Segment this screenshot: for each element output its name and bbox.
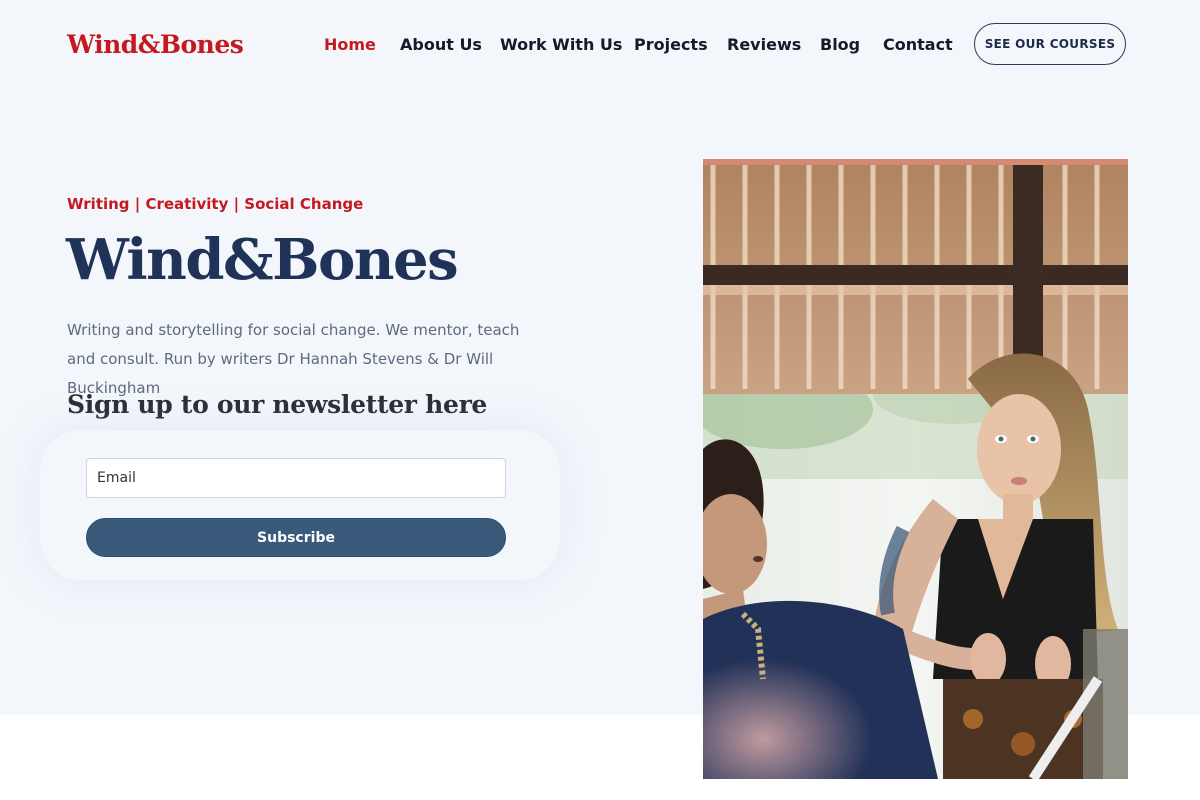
nav-item-blog[interactable]: Blog [820,33,860,57]
subscribe-button[interactable]: Subscribe [86,518,506,557]
see-our-courses-button[interactable]: SEE OUR COURSES [974,23,1126,65]
nav-item-work-with-us[interactable]: Work With Us [500,33,622,57]
email-input[interactable] [86,458,506,498]
site-logo[interactable]: Wind&Bones [67,28,244,62]
workshop-photo [703,159,1128,779]
hero-title: Wind&Bones [66,227,459,293]
hero-tagline: Writing | Creativity | Social Change [67,195,364,213]
newsletter-heading: Sign up to our newsletter here [67,390,488,419]
nav-item-contact[interactable]: Contact [883,33,953,57]
nav-item-about-us[interactable]: About Us [400,33,482,57]
nav-item-projects[interactable]: Projects [634,33,708,57]
nav-item-home[interactable]: Home [324,33,376,57]
workshop-photo-illustration [703,159,1128,779]
nav-item-reviews[interactable]: Reviews [727,33,801,57]
newsletter-form-card [40,430,560,580]
